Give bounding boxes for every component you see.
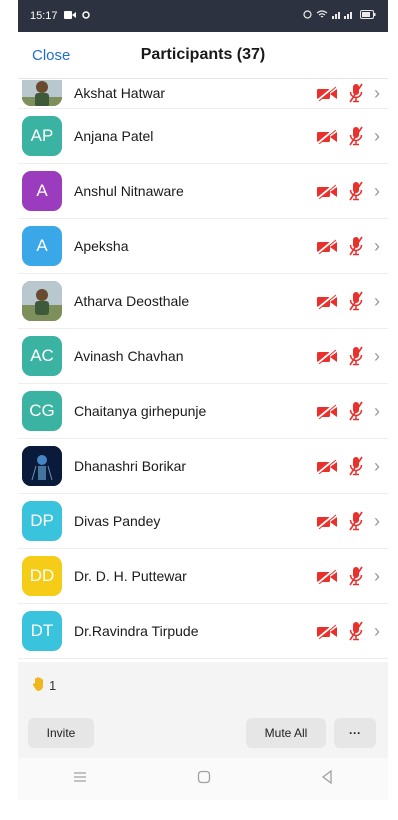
avatar: A	[22, 171, 62, 211]
home-nav-icon[interactable]	[197, 770, 211, 789]
mic-muted-icon	[348, 346, 364, 366]
mic-muted-icon	[348, 291, 364, 311]
mic-muted-icon	[348, 83, 364, 103]
notification-icon	[81, 10, 90, 22]
avatar: DP	[22, 501, 62, 541]
raised-hands-indicator[interactable]: 1	[32, 676, 56, 695]
video-off-icon	[316, 183, 338, 199]
video-off-icon	[316, 513, 338, 529]
participant-row[interactable]: Dhanashri Borikar ›	[18, 439, 388, 494]
more-options-button[interactable]: ···	[334, 718, 376, 748]
avatar	[22, 281, 62, 321]
close-button[interactable]: Close	[32, 47, 70, 64]
participant-row[interactable]: DD Dr. D. H. Puttewar ›	[18, 549, 388, 604]
signal-icon	[332, 10, 356, 22]
chevron-right-icon: ›	[374, 621, 380, 641]
video-status-icon	[63, 10, 76, 22]
android-nav-bar	[18, 758, 388, 800]
participant-name: Dr. D. H. Puttewar	[74, 568, 187, 584]
page-title: Participants (37)	[140, 46, 266, 63]
video-off-icon	[316, 293, 338, 309]
mic-muted-icon	[348, 511, 364, 531]
mic-muted-icon	[348, 236, 364, 256]
video-off-icon	[316, 458, 338, 474]
video-off-icon	[316, 128, 338, 144]
participant-name: Anshul Nitnaware	[74, 183, 184, 199]
video-off-icon	[316, 623, 338, 639]
avatar: AC	[22, 336, 62, 376]
raised-hands-count: 1	[49, 678, 57, 693]
avatar: AP	[22, 116, 62, 156]
mic-muted-icon	[348, 621, 364, 641]
participant-row[interactable]: AP Anjana Patel ›	[18, 109, 388, 164]
back-nav-icon[interactable]	[321, 769, 333, 789]
menu-nav-icon[interactable]	[73, 770, 87, 788]
participant-name: Avinash Chavhan	[74, 348, 184, 364]
participant-row[interactable]: Akshat Hatwar ›	[18, 78, 388, 109]
chevron-right-icon: ›	[374, 566, 380, 586]
chevron-right-icon: ›	[374, 346, 380, 366]
avatar: CG	[22, 391, 62, 431]
participant-row[interactable]: CG Chaitanya girhepunje ›	[18, 384, 388, 439]
avatar: A	[22, 226, 62, 266]
avatar	[22, 80, 62, 106]
mic-muted-icon	[348, 401, 364, 421]
participant-row[interactable]: A Anshul Nitnaware ›	[18, 164, 388, 219]
status-bar: 15:17	[18, 0, 388, 32]
chevron-right-icon: ›	[374, 181, 380, 201]
participant-name: Chaitanya girhepunje	[74, 403, 207, 419]
video-off-icon	[316, 238, 338, 254]
participant-row[interactable]: Atharva Deosthale ›	[18, 274, 388, 329]
mic-muted-icon	[348, 456, 364, 476]
avatar	[22, 446, 62, 486]
wifi-icon	[316, 10, 328, 22]
status-time: 15:17	[30, 10, 58, 22]
avatar: DD	[22, 556, 62, 596]
participant-row[interactable]: AC Avinash Chavhan ›	[18, 329, 388, 384]
mute-all-button[interactable]: Mute All	[246, 718, 326, 748]
participant-row[interactable]: DP Divas Pandey ›	[18, 494, 388, 549]
participant-name: Dhanashri Borikar	[74, 458, 187, 474]
chevron-right-icon: ›	[374, 126, 380, 146]
participants-list: Akshat Hatwar › AP Anjana Patel › A Anshul Nit…	[18, 78, 388, 659]
chevron-right-icon: ›	[374, 83, 380, 103]
chevron-right-icon: ›	[374, 401, 380, 421]
participant-name: Akshat Hatwar	[74, 85, 166, 101]
header-bar: Close Participants (37)	[18, 32, 388, 79]
chevron-right-icon: ›	[374, 511, 380, 531]
video-off-icon	[316, 568, 338, 584]
avatar: DT	[22, 611, 62, 651]
raised-hand-icon	[32, 676, 46, 695]
mic-muted-icon	[348, 126, 364, 146]
mic-muted-icon	[348, 181, 364, 201]
chevron-right-icon: ›	[374, 456, 380, 476]
video-off-icon	[316, 403, 338, 419]
participants-footer: 1 Invite Mute All ···	[18, 662, 388, 758]
video-off-icon	[316, 348, 338, 364]
invite-button[interactable]: Invite	[28, 718, 94, 748]
chevron-right-icon: ›	[374, 236, 380, 256]
phone-screen: 15:17 Close Participants (37) Akshat Hat…	[18, 0, 388, 800]
participant-row[interactable]: DT Dr.Ravindra Tirpude ›	[18, 604, 388, 659]
chevron-right-icon: ›	[374, 291, 380, 311]
alarm-icon	[303, 10, 312, 22]
mic-muted-icon	[348, 566, 364, 586]
participant-name: Divas Pandey	[74, 513, 161, 529]
participant-name: Atharva Deosthale	[74, 293, 190, 309]
participant-name: Apeksha	[74, 238, 129, 254]
battery-icon	[360, 10, 376, 22]
video-off-icon	[316, 85, 338, 101]
participant-row[interactable]: A Apeksha ›	[18, 219, 388, 274]
participant-name: Dr.Ravindra Tirpude	[74, 623, 199, 639]
participant-name: Anjana Patel	[74, 128, 154, 144]
